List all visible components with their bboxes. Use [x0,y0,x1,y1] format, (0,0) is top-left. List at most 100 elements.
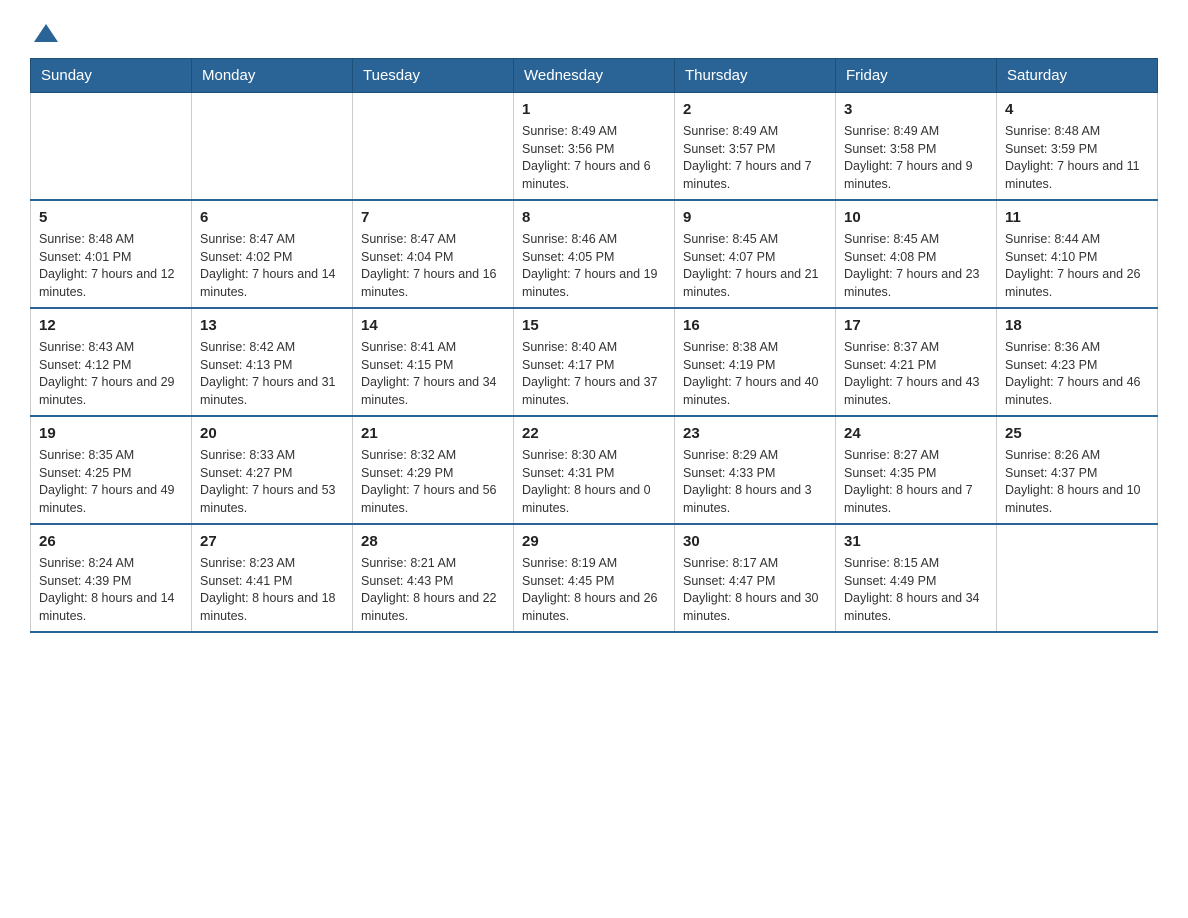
day-info: Sunrise: 8:35 AMSunset: 4:25 PMDaylight:… [39,447,183,517]
calendar-cell: 29 Sunrise: 8:19 AMSunset: 4:45 PMDayligh… [514,524,675,632]
day-number: 25 [1005,423,1149,444]
day-info: Sunrise: 8:44 AMSunset: 4:10 PMDaylight:… [1005,231,1149,301]
calendar-header: SundayMondayTuesdayWednesdayThursdayFrid… [31,59,1158,93]
day-number: 29 [522,531,666,552]
day-number: 9 [683,207,827,228]
day-info: Sunrise: 8:49 AMSunset: 3:56 PMDaylight:… [522,123,666,193]
day-number: 10 [844,207,988,228]
calendar-cell: 11 Sunrise: 8:44 AMSunset: 4:10 PMDayligh… [997,200,1158,308]
calendar-cell: 3 Sunrise: 8:49 AMSunset: 3:58 PMDaylight… [836,93,997,201]
day-info: Sunrise: 8:19 AMSunset: 4:45 PMDaylight:… [522,555,666,625]
calendar-cell: 21 Sunrise: 8:32 AMSunset: 4:29 PMDayligh… [353,416,514,524]
header-day: Thursday [675,59,836,93]
day-number: 17 [844,315,988,336]
calendar-cell: 12Sunrise: 8:43 AMSunset: 4:12 PMDayligh… [31,308,192,416]
day-info: Sunrise: 8:37 AMSunset: 4:21 PMDaylight:… [844,339,988,409]
calendar-cell: 19 Sunrise: 8:35 AMSunset: 4:25 PMDayligh… [31,416,192,524]
day-info: Sunrise: 8:27 AMSunset: 4:35 PMDaylight:… [844,447,988,517]
day-number: 30 [683,531,827,552]
day-info: Sunrise: 8:30 AMSunset: 4:31 PMDaylight:… [522,447,666,517]
day-number: 13 [200,315,344,336]
day-info: Sunrise: 8:47 AMSunset: 4:04 PMDaylight:… [361,231,505,301]
day-info: Sunrise: 8:29 AMSunset: 4:33 PMDaylight:… [683,447,827,517]
day-info: Sunrise: 8:15 AMSunset: 4:49 PMDaylight:… [844,555,988,625]
day-info: Sunrise: 8:43 AMSunset: 4:12 PMDaylight:… [39,339,183,409]
calendar-week-row: 1 Sunrise: 8:49 AMSunset: 3:56 PMDaylight… [31,93,1158,201]
day-info: Sunrise: 8:49 AMSunset: 3:57 PMDaylight:… [683,123,827,193]
calendar-cell: 16Sunrise: 8:38 AMSunset: 4:19 PMDayligh… [675,308,836,416]
calendar-cell: 2Sunrise: 8:49 AMSunset: 3:57 PMDaylight… [675,93,836,201]
day-number: 1 [522,99,666,120]
day-number: 21 [361,423,505,444]
day-number: 14 [361,315,505,336]
calendar-cell: 24Sunrise: 8:27 AMSunset: 4:35 PMDayligh… [836,416,997,524]
calendar-cell: 14 Sunrise: 8:41 AMSunset: 4:15 PMDayligh… [353,308,514,416]
header-day: Saturday [997,59,1158,93]
calendar-cell [353,93,514,201]
calendar-cell: 5 Sunrise: 8:48 AMSunset: 4:01 PMDaylight… [31,200,192,308]
day-number: 18 [1005,315,1149,336]
day-number: 28 [361,531,505,552]
day-number: 23 [683,423,827,444]
day-number: 16 [683,315,827,336]
day-number: 26 [39,531,183,552]
header-day: Monday [192,59,353,93]
day-number: 6 [200,207,344,228]
calendar-cell: 10 Sunrise: 8:45 AMSunset: 4:08 PMDayligh… [836,200,997,308]
calendar-cell: 18 Sunrise: 8:36 AMSunset: 4:23 PMDayligh… [997,308,1158,416]
calendar-table: SundayMondayTuesdayWednesdayThursdayFrid… [30,58,1158,633]
day-number: 5 [39,207,183,228]
day-number: 19 [39,423,183,444]
calendar-cell: 20Sunrise: 8:33 AMSunset: 4:27 PMDayligh… [192,416,353,524]
calendar-cell: 30 Sunrise: 8:17 AMSunset: 4:47 PMDayligh… [675,524,836,632]
day-info: Sunrise: 8:48 AMSunset: 3:59 PMDaylight:… [1005,123,1149,193]
calendar-cell: 1 Sunrise: 8:49 AMSunset: 3:56 PMDaylight… [514,93,675,201]
header-day: Wednesday [514,59,675,93]
calendar-cell: 7Sunrise: 8:47 AMSunset: 4:04 PMDaylight… [353,200,514,308]
day-number: 11 [1005,207,1149,228]
logo [30,20,64,48]
calendar-cell: 9 Sunrise: 8:45 AMSunset: 4:07 PMDaylight… [675,200,836,308]
day-info: Sunrise: 8:45 AMSunset: 4:07 PMDaylight:… [683,231,827,301]
day-info: Sunrise: 8:45 AMSunset: 4:08 PMDaylight:… [844,231,988,301]
day-info: Sunrise: 8:36 AMSunset: 4:23 PMDaylight:… [1005,339,1149,409]
header-day: Tuesday [353,59,514,93]
calendar-cell: 8 Sunrise: 8:46 AMSunset: 4:05 PMDaylight… [514,200,675,308]
day-info: Sunrise: 8:32 AMSunset: 4:29 PMDaylight:… [361,447,505,517]
day-info: Sunrise: 8:46 AMSunset: 4:05 PMDaylight:… [522,231,666,301]
header-row: SundayMondayTuesdayWednesdayThursdayFrid… [31,59,1158,93]
day-info: Sunrise: 8:24 AMSunset: 4:39 PMDaylight:… [39,555,183,625]
calendar-cell: 27 Sunrise: 8:23 AMSunset: 4:41 PMDayligh… [192,524,353,632]
day-number: 31 [844,531,988,552]
calendar-week-row: 19 Sunrise: 8:35 AMSunset: 4:25 PMDayligh… [31,416,1158,524]
calendar-cell: 6Sunrise: 8:47 AMSunset: 4:02 PMDaylight… [192,200,353,308]
calendar-cell: 31 Sunrise: 8:15 AMSunset: 4:49 PMDayligh… [836,524,997,632]
day-number: 3 [844,99,988,120]
day-info: Sunrise: 8:23 AMSunset: 4:41 PMDaylight:… [200,555,344,625]
day-number: 4 [1005,99,1149,120]
day-number: 8 [522,207,666,228]
calendar-cell: 4 Sunrise: 8:48 AMSunset: 3:59 PMDaylight… [997,93,1158,201]
header-day: Sunday [31,59,192,93]
calendar-cell: 13Sunrise: 8:42 AMSunset: 4:13 PMDayligh… [192,308,353,416]
calendar-week-row: 12Sunrise: 8:43 AMSunset: 4:12 PMDayligh… [31,308,1158,416]
page-header [30,20,1158,48]
calendar-cell: 17 Sunrise: 8:37 AMSunset: 4:21 PMDayligh… [836,308,997,416]
day-info: Sunrise: 8:40 AMSunset: 4:17 PMDaylight:… [522,339,666,409]
day-info: Sunrise: 8:49 AMSunset: 3:58 PMDaylight:… [844,123,988,193]
day-info: Sunrise: 8:48 AMSunset: 4:01 PMDaylight:… [39,231,183,301]
day-info: Sunrise: 8:21 AMSunset: 4:43 PMDaylight:… [361,555,505,625]
day-info: Sunrise: 8:41 AMSunset: 4:15 PMDaylight:… [361,339,505,409]
day-number: 22 [522,423,666,444]
calendar-cell: 15 Sunrise: 8:40 AMSunset: 4:17 PMDayligh… [514,308,675,416]
calendar-cell [997,524,1158,632]
calendar-week-row: 26 Sunrise: 8:24 AMSunset: 4:39 PMDayligh… [31,524,1158,632]
day-info: Sunrise: 8:17 AMSunset: 4:47 PMDaylight:… [683,555,827,625]
day-number: 15 [522,315,666,336]
day-info: Sunrise: 8:26 AMSunset: 4:37 PMDaylight:… [1005,447,1149,517]
header-day: Friday [836,59,997,93]
calendar-cell: 26 Sunrise: 8:24 AMSunset: 4:39 PMDayligh… [31,524,192,632]
day-number: 27 [200,531,344,552]
calendar-cell: 22 Sunrise: 8:30 AMSunset: 4:31 PMDayligh… [514,416,675,524]
calendar-cell: 25 Sunrise: 8:26 AMSunset: 4:37 PMDayligh… [997,416,1158,524]
